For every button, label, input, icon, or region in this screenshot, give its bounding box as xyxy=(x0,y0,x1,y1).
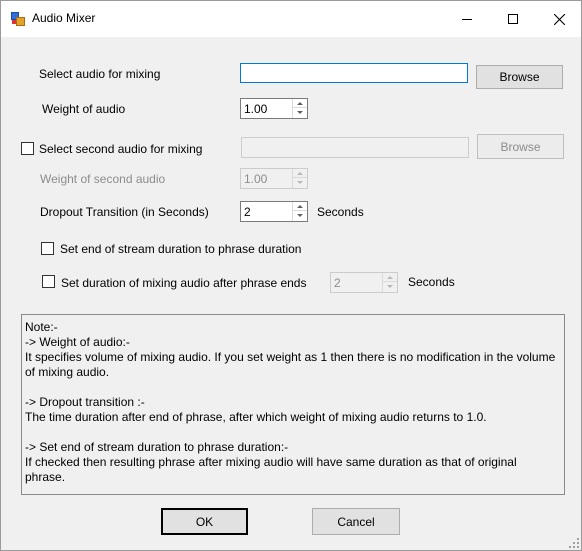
note-line: -> Set end of stream duration to phrase … xyxy=(25,440,289,454)
minimize-icon xyxy=(462,19,472,20)
note-line: -> Dropout transition :- xyxy=(25,395,145,409)
note-line: It specifies volume of mixing audio. If … xyxy=(25,350,556,364)
weight-second-spinner[interactable]: 1.00 xyxy=(240,168,308,189)
select-audio-label: Select audio for mixing xyxy=(39,67,161,81)
weight-second-up-arrow-icon[interactable] xyxy=(293,169,307,178)
window-title: Audio Mixer xyxy=(32,11,96,25)
dropout-label: Dropout Transition (in Seconds) xyxy=(40,205,209,219)
maximize-button[interactable] xyxy=(490,1,536,37)
mix-duration-down-arrow-icon[interactable] xyxy=(383,282,397,291)
note-line: -> Weight of audio:- xyxy=(25,335,130,349)
dropout-value: 2 xyxy=(244,205,251,219)
weight-second-value: 1.00 xyxy=(244,172,268,186)
dropout-unit-label: Seconds xyxy=(317,205,364,219)
mix-duration-checkbox[interactable] xyxy=(42,275,55,288)
cancel-button[interactable]: Cancel xyxy=(312,508,400,535)
close-icon xyxy=(553,13,565,25)
weight-value: 1.00 xyxy=(244,102,268,116)
audio-mixer-window: Audio Mixer Select audio for mixing Brow… xyxy=(0,0,582,551)
weight-second-down-arrow-icon[interactable] xyxy=(293,178,307,187)
note-blank-line xyxy=(25,380,561,395)
mix-duration-spinner[interactable]: 2 xyxy=(330,272,398,293)
end-stream-checkbox[interactable] xyxy=(41,242,54,255)
end-stream-label: Set end of stream duration to phrase dur… xyxy=(60,242,302,256)
note-line: phrase. xyxy=(25,470,66,484)
weight-label: Weight of audio xyxy=(42,102,126,116)
maximize-icon xyxy=(508,14,518,24)
dropout-up-arrow-icon[interactable] xyxy=(293,202,307,211)
ok-button[interactable]: OK xyxy=(161,508,248,535)
app-icon xyxy=(11,12,25,26)
weight-second-label: Weight of second audio xyxy=(40,172,166,186)
browse-second-button[interactable]: Browse xyxy=(477,134,564,159)
browse-button[interactable]: Browse xyxy=(476,65,563,89)
second-audio-label: Select second audio for mixing xyxy=(39,142,203,156)
title-bar[interactable]: Audio Mixer xyxy=(1,1,581,37)
note-textbox[interactable]: Note:- -> Weight of audio:- It specifies… xyxy=(21,314,565,495)
note-line: If checked then resulting phrase after m… xyxy=(25,455,517,469)
minimize-button[interactable] xyxy=(444,1,490,37)
weight-spinner[interactable]: 1.00 xyxy=(240,98,308,119)
second-audio-input[interactable] xyxy=(241,137,469,158)
note-line: Note:- xyxy=(25,320,58,334)
close-button[interactable] xyxy=(536,1,582,37)
note-line: of mixing audio. xyxy=(25,365,110,379)
mix-duration-up-arrow-icon[interactable] xyxy=(383,273,397,282)
resize-grip-icon[interactable] xyxy=(569,538,579,548)
second-audio-checkbox[interactable] xyxy=(21,142,34,155)
dropout-down-arrow-icon[interactable] xyxy=(293,211,307,220)
select-audio-input[interactable] xyxy=(240,63,468,83)
note-blank-line xyxy=(25,425,561,440)
note-line: The time duration after end of phrase, a… xyxy=(25,410,487,424)
weight-up-arrow-icon[interactable] xyxy=(293,99,307,108)
dropout-spinner[interactable]: 2 xyxy=(240,201,308,222)
weight-down-arrow-icon[interactable] xyxy=(293,108,307,117)
mix-duration-unit-label: Seconds xyxy=(408,275,455,289)
mix-duration-value: 2 xyxy=(334,276,341,290)
mix-duration-label: Set duration of mixing audio after phras… xyxy=(61,276,307,290)
